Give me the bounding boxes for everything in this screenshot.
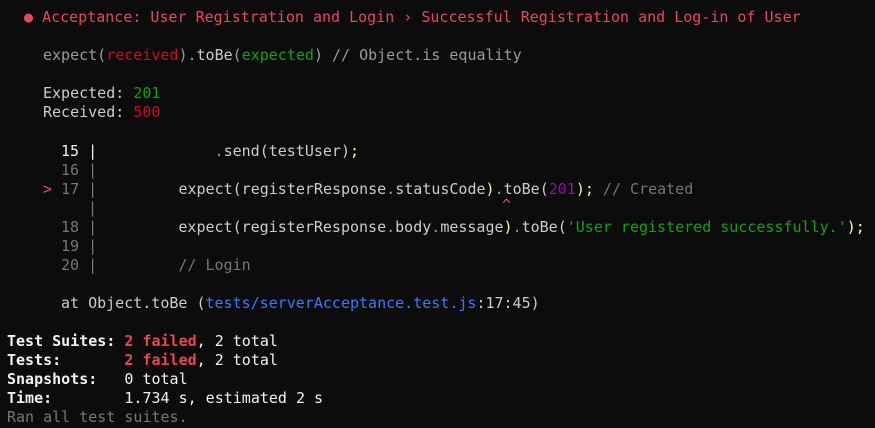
code-line-19: 19 | [61,237,98,255]
code-line-20: 20 | // Login [61,256,251,274]
matcher-hint: expect(received).toBe(expected) // Objec… [43,46,522,64]
code-line-15: 15 | .send(testUser); [61,142,360,160]
expected-value: 201 [133,84,161,102]
expected-line: Expected: 201 [43,84,161,102]
summary-ran: Ran all test suites. [7,408,188,426]
code-line-18: 18 | expect(registerResponse.body.messag… [61,218,865,236]
test-failure-header: ● Acceptance: User Registration and Logi… [24,8,801,27]
fail-bullet-icon: ● [24,8,34,26]
caret-line: | [88,199,98,217]
summary-time: Time: 1.734 s, estimated 2 s [7,389,324,407]
received-line: Received: 500 [43,103,161,121]
code-line-17: > 17 | expect(registerResponse.statusCod… [43,180,694,198]
received-value: 500 [133,103,161,121]
error-marker-icon: > [43,180,53,198]
caret-icon: ^ [502,196,512,214]
terminal-window: ● Acceptance: User Registration and Logi… [0,0,875,428]
stack-trace: at Object.toBe (tests/serverAcceptance.t… [61,294,540,312]
code-line-16: 16 | [61,161,98,179]
summary-suites: Test Suites: 2 failed, 2 total [7,332,278,350]
test-title: Acceptance: User Registration and Login … [42,8,801,26]
stack-file-link[interactable]: tests/serverAcceptance.test.js [206,294,477,312]
summary-tests: Tests: 2 failed, 2 total [7,351,278,369]
summary-snapshots: Snapshots: 0 total [7,370,188,388]
